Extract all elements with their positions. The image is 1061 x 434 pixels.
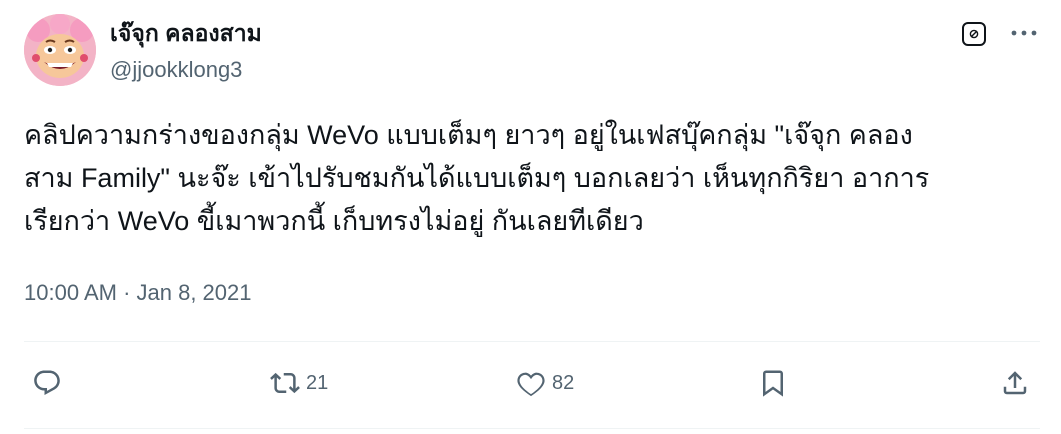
author-handle[interactable]: @jjookklong3 bbox=[110, 55, 242, 85]
retweet-button[interactable]: 21 bbox=[270, 366, 328, 400]
retweet-icon bbox=[270, 372, 300, 394]
share-button[interactable] bbox=[1000, 366, 1030, 400]
author-display-name[interactable]: เจ๊จุก คลองสาม bbox=[110, 18, 262, 48]
reply-icon bbox=[34, 370, 60, 396]
reply-button[interactable] bbox=[32, 366, 62, 400]
tweet-text-line: สาม Family" นะจ๊ะ เข้าไปรับชมกันได้แบบเต… bbox=[24, 163, 930, 193]
more-options-button[interactable] bbox=[1004, 18, 1044, 48]
bookmark-icon bbox=[763, 370, 783, 397]
grok-button[interactable] bbox=[962, 22, 986, 46]
divider bbox=[24, 341, 1040, 342]
avatar[interactable] bbox=[24, 14, 96, 86]
like-button[interactable]: 82 bbox=[516, 366, 574, 400]
tweet-text-line: เรียกว่า WeVo ขี้เมาพวกนี้ เก็บทรงไม่อยู… bbox=[24, 206, 644, 236]
tweet-card: เจ๊จุก คลองสาม @jjookklong3 คลิปความกร่า… bbox=[0, 0, 1061, 434]
tweet-text: คลิปความกร่างของกลุ่ม WeVo แบบเต็มๆ ยาวๆ… bbox=[24, 114, 1034, 243]
like-count: 82 bbox=[552, 371, 575, 394]
tweet-timestamp[interactable]: 10:00 AM · Jan 8, 2021 bbox=[24, 278, 252, 308]
divider bbox=[24, 428, 1040, 429]
heart-icon bbox=[517, 372, 545, 397]
retweet-count: 21 bbox=[306, 371, 329, 394]
tweet-text-line: คลิปความกร่างของกลุ่ม WeVo แบบเต็มๆ ยาวๆ… bbox=[24, 120, 913, 150]
bookmark-button[interactable] bbox=[758, 366, 788, 400]
grok-icon bbox=[969, 29, 979, 39]
share-icon bbox=[1003, 371, 1027, 395]
more-dots-icon bbox=[1011, 30, 1037, 36]
cartoon-avatar-icon bbox=[24, 14, 96, 86]
